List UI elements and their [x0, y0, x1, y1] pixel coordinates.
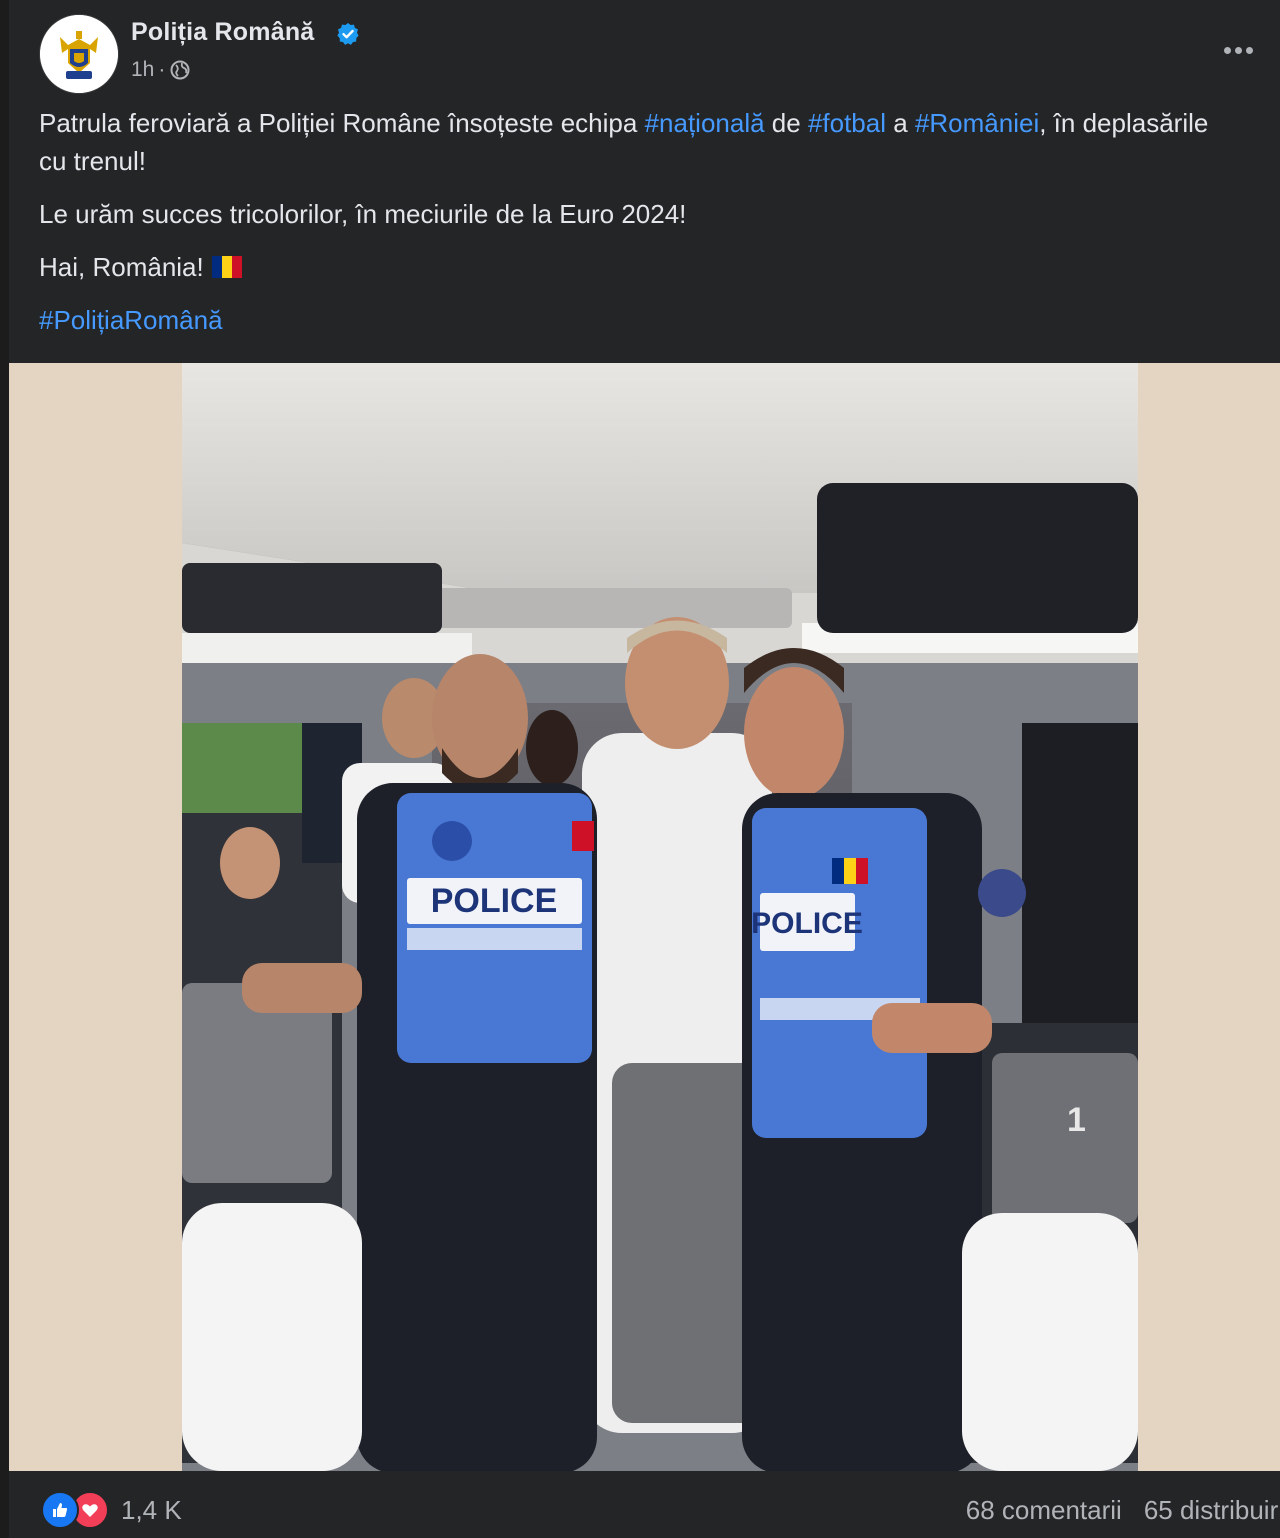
page-name[interactable]: Poliția Română — [131, 18, 314, 47]
text-segment: Patrula feroviară a Poliției Române înso… — [39, 108, 645, 138]
more-options-icon[interactable] — [1218, 30, 1258, 70]
globe-icon[interactable] — [169, 59, 191, 81]
meta-separator: · — [158, 58, 166, 81]
post-media[interactable]: 1 POLICE POLICE — [9, 363, 1280, 1471]
hashtag-fotbal[interactable]: #fotbal — [808, 108, 886, 138]
text-segment: Hai, România! — [39, 252, 204, 282]
comments-count-link[interactable]: 68 comentarii — [966, 1495, 1122, 1525]
post-paragraph-4: #PolițiaRomână — [39, 301, 1219, 339]
post-paragraph-2: Le urăm succes tricolorilor, în meciuril… — [39, 199, 687, 229]
like-reaction-icon — [41, 1491, 79, 1529]
hashtag-politia-romana[interactable]: #PolițiaRomână — [39, 305, 223, 335]
post-time[interactable]: 1h — [131, 58, 154, 82]
post-photo[interactable]: 1 POLICE POLICE — [182, 363, 1138, 1471]
post-footer: 1,4 K 68 comentarii 65 distribuiri — [9, 1471, 1280, 1538]
verified-badge-icon — [337, 23, 359, 45]
coat-of-arms-icon — [40, 15, 118, 93]
facebook-post: Poliția Română 1h · Patrula feroviară a … — [9, 0, 1280, 1538]
shares-count-link[interactable]: 65 distribuiri — [1144, 1495, 1280, 1525]
police-vest-label-left: POLICE — [431, 882, 558, 920]
text-segment: de — [764, 108, 808, 138]
left-edge — [0, 0, 9, 1538]
police-vest-label-right: POLICE — [751, 907, 863, 940]
reaction-summary[interactable]: 1,4 K — [41, 1491, 182, 1529]
post-paragraph-3: Hai, România! — [39, 248, 1219, 286]
post-header: Poliția Română 1h · — [9, 0, 1280, 100]
post-paragraph-1: Patrula feroviară a Poliției Române înso… — [39, 104, 1219, 180]
seat-number: 1 — [1067, 1101, 1086, 1139]
post-meta: 1h · — [131, 58, 191, 82]
post-text: Patrula feroviară a Poliției Române înso… — [39, 104, 1219, 354]
hashtag-nationala[interactable]: #națională — [645, 108, 765, 138]
romania-flag-emoji — [211, 256, 242, 279]
text-segment: a — [886, 108, 915, 138]
page-avatar[interactable] — [39, 14, 119, 94]
reaction-count: 1,4 K — [121, 1494, 182, 1525]
train-photo-illustration: 1 POLICE POLICE — [182, 363, 1138, 1471]
engagement-stats: 68 comentarii 65 distribuiri — [966, 1495, 1280, 1526]
hashtag-romaniei[interactable]: #României — [915, 108, 1039, 138]
